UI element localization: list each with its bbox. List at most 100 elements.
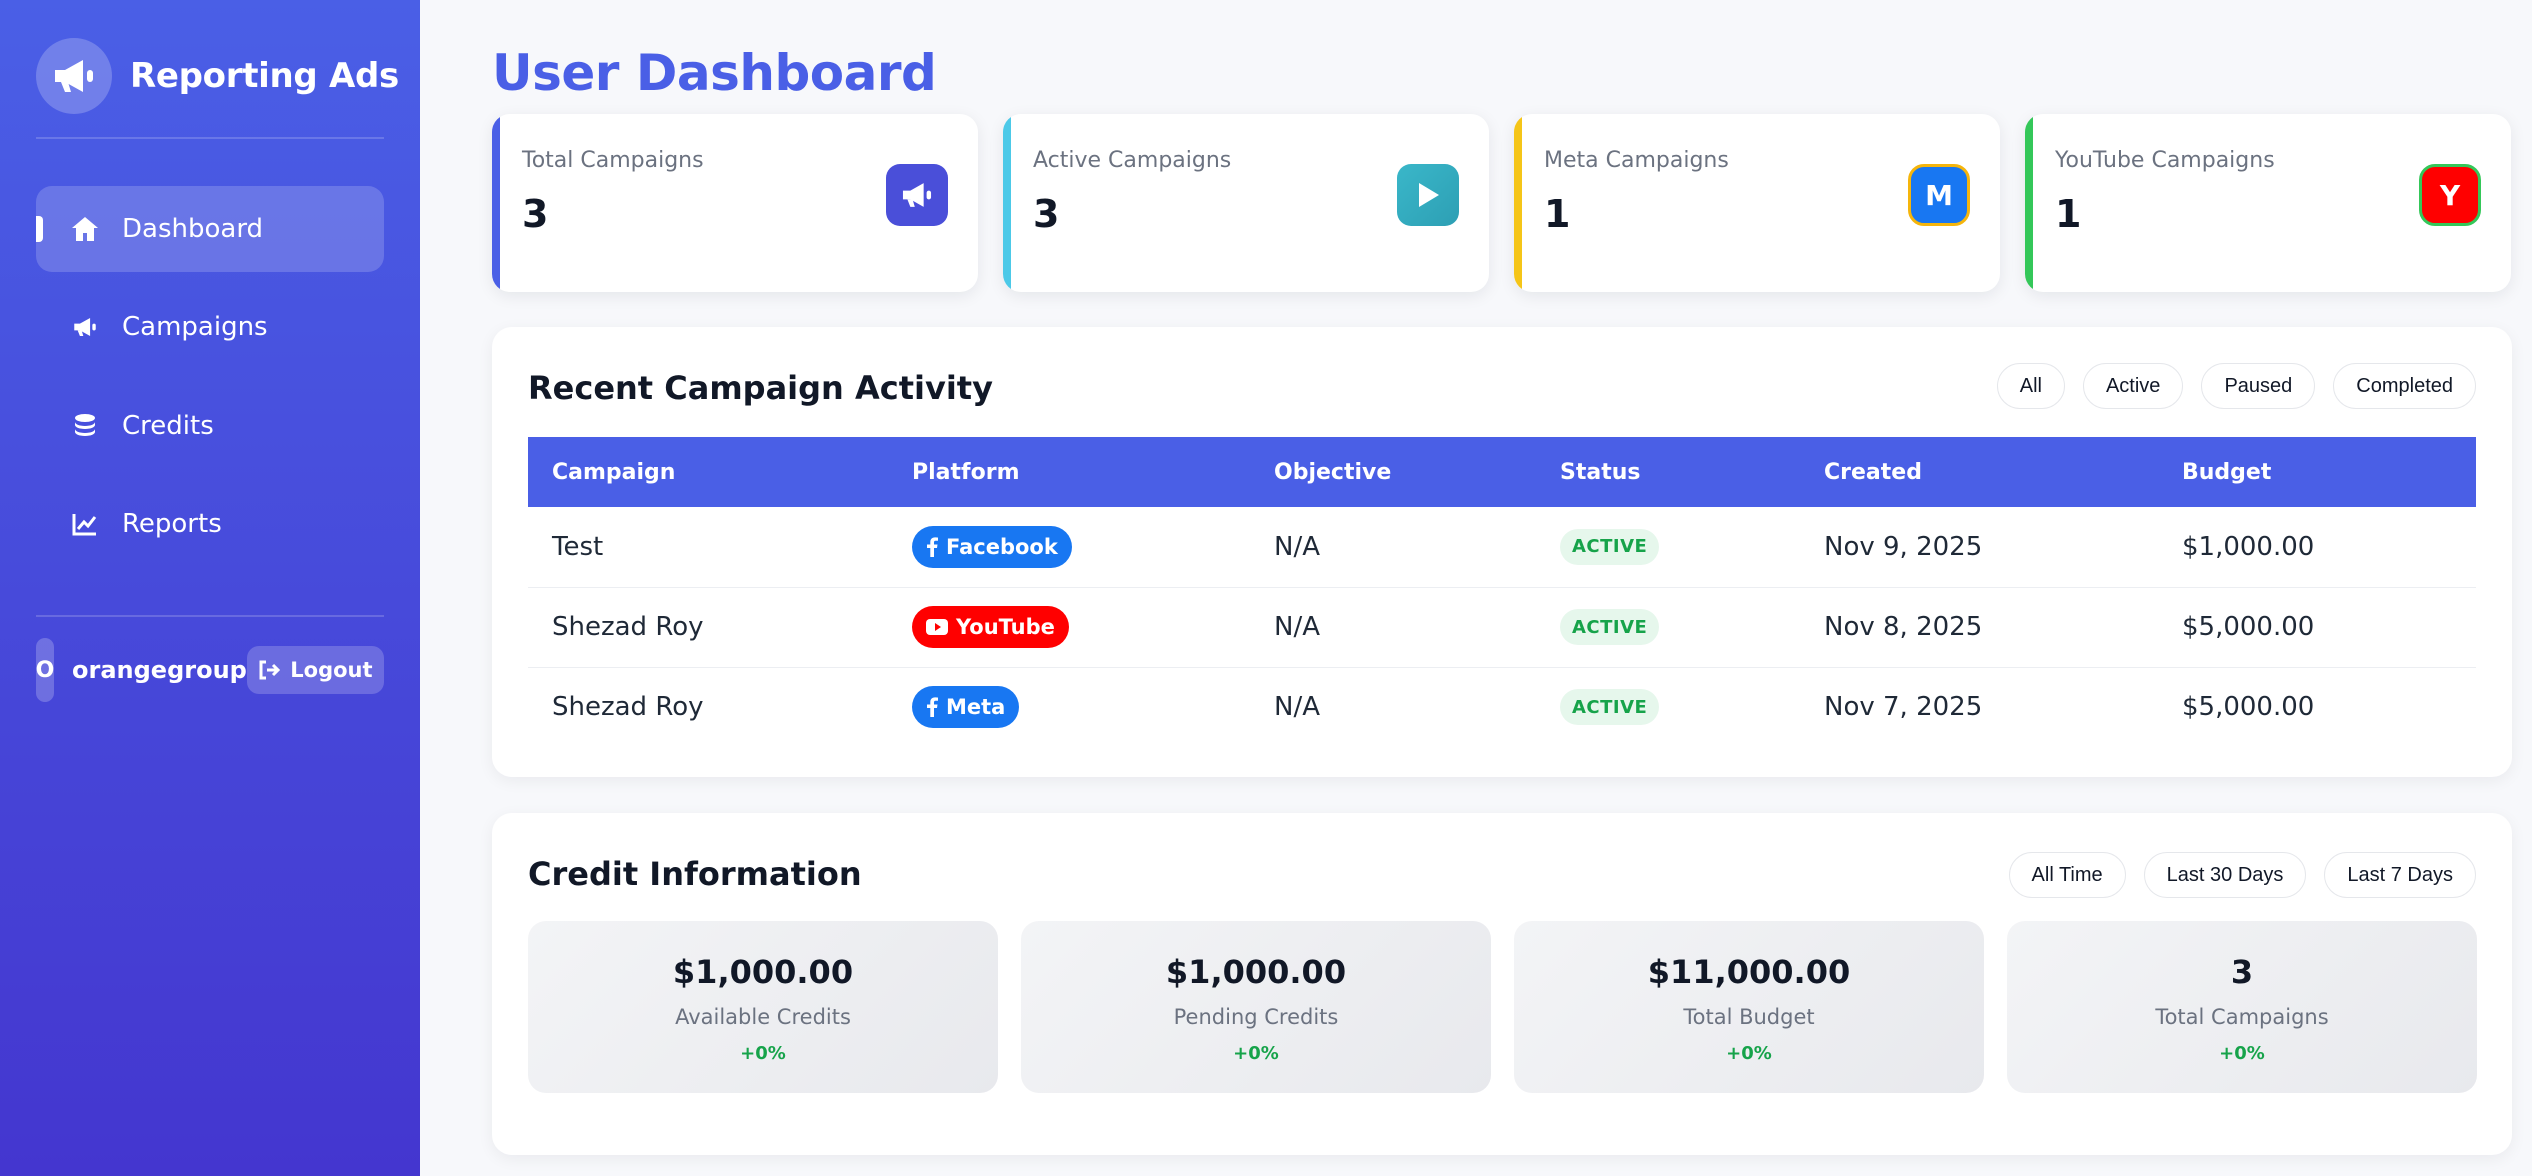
column-header-campaign[interactable]: Campaign	[528, 437, 888, 507]
platform-label: YouTube	[956, 615, 1055, 639]
line-chart-icon	[70, 509, 100, 539]
column-header-platform[interactable]: Platform	[888, 437, 1250, 507]
sidebar-item-campaigns[interactable]: Campaigns	[36, 284, 384, 370]
brand[interactable]: Reporting Ads	[36, 38, 399, 114]
stat-value: 1	[2055, 192, 2082, 236]
stat-card-meta-campaigns[interactable]: Meta Campaigns 1 M	[1514, 114, 2000, 292]
youtube-icon: Y	[2419, 164, 2481, 226]
sidebar: Reporting Ads Dashboard Campaigns Credit…	[0, 0, 420, 1176]
platform-badge: Facebook	[912, 525, 1072, 568]
play-icon	[1397, 164, 1459, 226]
cell-created: Nov 7, 2025	[1824, 692, 1983, 723]
credit-card-total-campaigns: 3 Total Campaigns +0%	[2007, 921, 2477, 1093]
credit-change: +0%	[740, 1043, 786, 1064]
cell-status: ACTIVE	[1536, 587, 1800, 667]
stat-label: Meta Campaigns	[1544, 148, 1729, 173]
page-title: User Dashboard	[492, 44, 937, 102]
facebook-icon	[927, 537, 938, 557]
credit-value: $1,000.00	[672, 953, 854, 991]
platform-badge: Meta	[912, 686, 1020, 729]
cell-platform: Meta	[888, 667, 1250, 747]
column-header-created[interactable]: Created	[1800, 437, 2158, 507]
platform-label: Meta	[946, 695, 1006, 720]
credit-card-total-budget: $11,000.00 Total Budget +0%	[1514, 921, 1984, 1093]
filter-active[interactable]: Active	[2082, 363, 2184, 409]
meta-icon: M	[1908, 164, 1970, 226]
table-row[interactable]: Shezad Roy YouTube N/A ACTIVE Nov 8, 202…	[528, 587, 2476, 667]
cell-objective: N/A	[1274, 612, 1320, 642]
brand-title: Reporting Ads	[130, 56, 399, 96]
stat-value: 1	[1544, 192, 1571, 236]
table-row[interactable]: Shezad Roy Meta N/A ACTIVE Nov 7, 2025 $…	[528, 667, 2476, 747]
stat-accent-bar	[2025, 114, 2033, 292]
meta-icon-letter: M	[1925, 178, 1953, 212]
cell-campaign: Test	[552, 531, 604, 562]
column-header-status[interactable]: Status	[1536, 437, 1800, 507]
sidebar-item-label: Reports	[122, 509, 222, 539]
filter-paused[interactable]: Paused	[2201, 363, 2316, 409]
user-profile: O orangegroup Logout	[36, 636, 384, 704]
stat-card-youtube-campaigns[interactable]: YouTube Campaigns 1 Y	[2025, 114, 2511, 292]
platform-badge: YouTube	[912, 606, 1069, 648]
megaphone-icon	[70, 312, 100, 342]
cell-created: Nov 8, 2025	[1824, 612, 1983, 642]
facebook-icon	[927, 697, 938, 718]
youtube-icon-letter: Y	[2439, 178, 2461, 212]
sidebar-item-label: Dashboard	[122, 214, 264, 244]
panel-title: Recent Campaign Activity	[528, 369, 993, 407]
column-header-budget[interactable]: Budget	[2158, 437, 2476, 507]
credit-label: Pending Credits	[1173, 1005, 1339, 1029]
filter-all[interactable]: All	[1996, 363, 2065, 409]
sidebar-item-dashboard[interactable]: Dashboard	[36, 186, 384, 272]
credit-change: +0%	[1233, 1043, 1279, 1064]
stat-card-total-campaigns[interactable]: Total Campaigns 3	[492, 114, 978, 292]
cell-platform: YouTube	[888, 587, 1250, 667]
cell-campaign: Shezad Roy	[552, 692, 704, 723]
cell-objective: N/A	[1274, 531, 1320, 562]
filter-all-time[interactable]: All Time	[2008, 852, 2126, 898]
filter-completed[interactable]: Completed	[2333, 363, 2476, 409]
filter-last-7-days[interactable]: Last 7 Days	[2324, 852, 2476, 898]
status-badge: ACTIVE	[1560, 609, 1660, 645]
table-row[interactable]: Test Facebook N/A ACTIVE Nov 9, 2025 $1,…	[528, 507, 2476, 587]
cell-created: Nov 9, 2025	[1824, 531, 1983, 562]
cell-budget: $5,000.00	[2182, 612, 2315, 642]
credit-label: Total Budget	[1683, 1005, 1815, 1029]
campaign-filter-chips: All Active Paused Completed	[1996, 363, 2476, 409]
logout-icon	[259, 660, 281, 680]
credit-info-panel: Credit Information All Time Last 30 Days…	[492, 813, 2512, 1155]
cell-status: ACTIVE	[1536, 667, 1800, 747]
sidebar-item-credits[interactable]: Credits	[36, 383, 384, 469]
column-header-objective[interactable]: Objective	[1250, 437, 1536, 507]
credit-label: Total Campaigns	[2155, 1005, 2329, 1029]
home-icon	[70, 214, 100, 244]
sidebar-divider	[36, 137, 384, 139]
cell-platform: Facebook	[888, 507, 1250, 587]
credit-card-pending: $1,000.00 Pending Credits +0%	[1021, 921, 1491, 1093]
stat-label: Total Campaigns	[522, 148, 704, 173]
sidebar-item-label: Campaigns	[122, 312, 268, 342]
recent-campaign-panel: Recent Campaign Activity All Active Paus…	[492, 327, 2512, 777]
credit-value: 3	[2230, 953, 2254, 991]
panel-title: Credit Information	[528, 855, 862, 893]
megaphone-icon	[36, 38, 112, 114]
platform-label: Facebook	[946, 534, 1058, 559]
status-badge: ACTIVE	[1560, 528, 1660, 565]
stat-card-active-campaigns[interactable]: Active Campaigns 3	[1003, 114, 1489, 292]
sidebar-item-label: Credits	[122, 411, 214, 441]
youtube-icon	[926, 619, 948, 635]
credit-filter-chips: All Time Last 30 Days Last 7 Days	[2008, 852, 2476, 898]
cell-budget: $1,000.00	[2182, 531, 2315, 562]
stat-value: 3	[1033, 192, 1060, 236]
credit-value: $11,000.00	[1647, 953, 1851, 991]
sidebar-item-reports[interactable]: Reports	[36, 481, 384, 567]
stat-value: 3	[522, 192, 549, 236]
logout-label: Logout	[290, 658, 373, 682]
filter-last-30-days[interactable]: Last 30 Days	[2143, 852, 2307, 898]
logout-button[interactable]: Logout	[246, 646, 384, 694]
credit-card-available: $1,000.00 Available Credits +0%	[528, 921, 998, 1093]
credit-change: +0%	[1726, 1043, 1772, 1064]
avatar[interactable]: O	[36, 638, 54, 702]
stat-label: Active Campaigns	[1033, 148, 1232, 173]
stat-accent-bar	[1003, 114, 1011, 292]
